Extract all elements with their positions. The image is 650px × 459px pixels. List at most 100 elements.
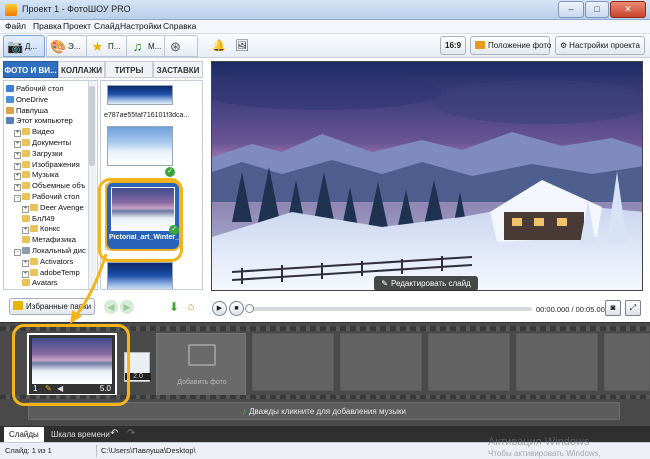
maximize-button[interactable]: □ xyxy=(585,1,609,18)
tree-item[interactable]: + Deer Avenge xyxy=(4,203,84,213)
menu-file[interactable]: Файл xyxy=(5,21,26,31)
slide-preview[interactable] xyxy=(211,61,643,291)
image-placeholder-icon xyxy=(188,344,216,366)
stop-button[interactable]: ■ xyxy=(229,301,244,316)
expand-icon[interactable]: + xyxy=(22,259,29,267)
user-icon xyxy=(6,106,14,114)
tree-item[interactable]: + Конкс xyxy=(4,224,60,235)
play-button[interactable]: ▶ xyxy=(212,301,227,316)
edit-slide-label: Редактировать слайд xyxy=(390,279,471,288)
folder-icon xyxy=(30,268,38,276)
empty-slot[interactable] xyxy=(428,333,510,391)
expand-icon[interactable]: + xyxy=(14,130,21,138)
desktop-icon xyxy=(6,85,14,92)
menu-slide[interactable]: Слайд xyxy=(94,21,120,31)
toolbar: 📷 Д... 🎨 Э... ★ П... ♫ М... ⊛ 🔔 🖼 16:9 П… xyxy=(0,34,650,58)
minimize-button[interactable]: – xyxy=(558,1,584,18)
check-icon: ✓ xyxy=(165,167,175,177)
tab-timeline[interactable]: Шкала времени xyxy=(46,427,115,442)
tree-item[interactable]: Метафизика xyxy=(4,235,76,245)
empty-slot[interactable] xyxy=(340,333,422,391)
thumbnail[interactable] xyxy=(107,262,173,289)
add-down-arrow-icon[interactable]: ⬇ xyxy=(167,300,181,314)
tree-item-label: Метафизика xyxy=(32,235,76,245)
tab-transitions[interactable]: ★ П... xyxy=(86,35,128,57)
close-button[interactable]: ✕ xyxy=(610,1,646,18)
tab-effects-label: Э... xyxy=(68,42,81,51)
expand-icon[interactable]: + xyxy=(14,141,21,148)
expand-icon[interactable]: + xyxy=(14,184,21,192)
home-icon[interactable]: ⌂ xyxy=(184,300,198,314)
expand-icon[interactable]: + xyxy=(22,270,29,278)
tree-item[interactable]: + Объемные объ xyxy=(4,181,85,192)
folder-icon xyxy=(22,128,30,136)
tab-slides[interactable]: Слайды xyxy=(4,427,44,442)
redo-icon[interactable]: ↷ xyxy=(127,428,135,439)
tab-intros[interactable]: ЗАСТАВКИ xyxy=(153,61,203,78)
tree-item-label: Avatars xyxy=(32,278,58,288)
tree-item-label: Музыка xyxy=(32,170,59,180)
folder-icon xyxy=(22,139,30,146)
collapse-icon[interactable]: - xyxy=(14,195,21,202)
menu-help[interactable]: Справка xyxy=(163,21,196,31)
tree-item[interactable]: + Музыка xyxy=(4,170,59,181)
menu-settings[interactable]: Настройки xyxy=(120,21,162,31)
project-settings-button[interactable]: ⚙ Настройки проекта xyxy=(555,36,645,55)
tab-titles[interactable]: ТИТРЫ xyxy=(105,61,153,78)
tab-photos[interactable]: 📷 Д... xyxy=(3,35,45,57)
undo-icon[interactable]: ↶ xyxy=(110,428,118,439)
tree-item[interactable]: + Activators xyxy=(4,257,73,267)
tree-item[interactable]: - Рабочий стол xyxy=(4,192,80,202)
collapse-icon[interactable]: - xyxy=(14,249,21,256)
photo-position-button[interactable]: Положение фото xyxy=(470,36,551,55)
tree-item[interactable]: Рабочий стол xyxy=(4,84,64,94)
image-edit-icon[interactable]: 🖼 xyxy=(235,39,249,53)
computer-icon xyxy=(6,117,14,125)
tree-item[interactable]: БлЛ49 xyxy=(4,214,55,224)
folder-icon xyxy=(22,193,30,200)
tree-item[interactable]: + Документы xyxy=(4,138,71,148)
empty-slot[interactable] xyxy=(516,333,598,391)
music-note-icon: ♫ xyxy=(132,39,143,54)
tree-item[interactable]: Павлуша xyxy=(4,106,48,116)
tab-music[interactable]: ♫ М... xyxy=(126,35,166,57)
thumbnail[interactable] xyxy=(107,126,173,166)
empty-slot[interactable] xyxy=(252,333,334,391)
folder-icon xyxy=(22,214,30,222)
folder-icon xyxy=(22,236,30,244)
seek-bar[interactable] xyxy=(247,307,532,311)
highlight-ring-slide xyxy=(12,324,130,406)
tree-scrollbar-thumb[interactable] xyxy=(89,86,95,166)
tree-item[interactable]: + Видео xyxy=(4,127,54,138)
fullscreen-icon[interactable]: ⤢ xyxy=(625,300,641,316)
menu-bar: Файл Правка Проект Слайд Настройки Справ… xyxy=(0,20,650,34)
snapshot-camera-icon[interactable]: ◙ xyxy=(605,300,621,316)
tab-collages[interactable]: КОЛЛАЖИ xyxy=(58,61,105,78)
menu-project[interactable]: Проект xyxy=(63,21,91,31)
tree-item[interactable]: + Загрузки xyxy=(4,149,63,159)
aspect-ratio-button[interactable]: 16:9 xyxy=(440,36,466,55)
expand-icon[interactable]: + xyxy=(22,227,29,235)
thumbnail[interactable] xyxy=(107,85,173,105)
title-bar: Проект 1 - ФотоШОУ PRO – □ ✕ xyxy=(0,0,650,20)
empty-slot[interactable] xyxy=(604,333,650,391)
expand-icon[interactable]: + xyxy=(14,162,21,170)
menu-edit[interactable]: Правка xyxy=(33,21,62,31)
tab-effects[interactable]: 🎨 Э... xyxy=(46,35,88,57)
tab-photo-video[interactable]: ФОТО И ВИ... xyxy=(3,61,58,78)
add-photo-slot[interactable]: Добавить фото xyxy=(156,333,246,396)
expand-icon[interactable]: + xyxy=(14,151,21,159)
expand-icon[interactable]: + xyxy=(14,173,21,181)
tab-more[interactable]: ⊛ xyxy=(164,35,198,57)
tree-item[interactable]: + Изображения xyxy=(4,160,80,170)
tree-item[interactable]: Avatars xyxy=(4,278,58,288)
edit-slide-button[interactable]: ✎ Редактировать слайд xyxy=(374,276,478,291)
forward-arrow-icon[interactable]: ▶ xyxy=(120,300,134,314)
tree-item[interactable]: Этот компьютер xyxy=(4,116,73,126)
expand-icon[interactable]: + xyxy=(22,205,29,213)
tree-item-label: Павлуша xyxy=(16,105,49,115)
tree-item[interactable]: OneDrive xyxy=(4,95,48,105)
music-add-icon: ♪ xyxy=(242,407,247,416)
seek-handle[interactable] xyxy=(245,304,254,313)
bell-icon[interactable]: 🔔 xyxy=(212,39,226,53)
